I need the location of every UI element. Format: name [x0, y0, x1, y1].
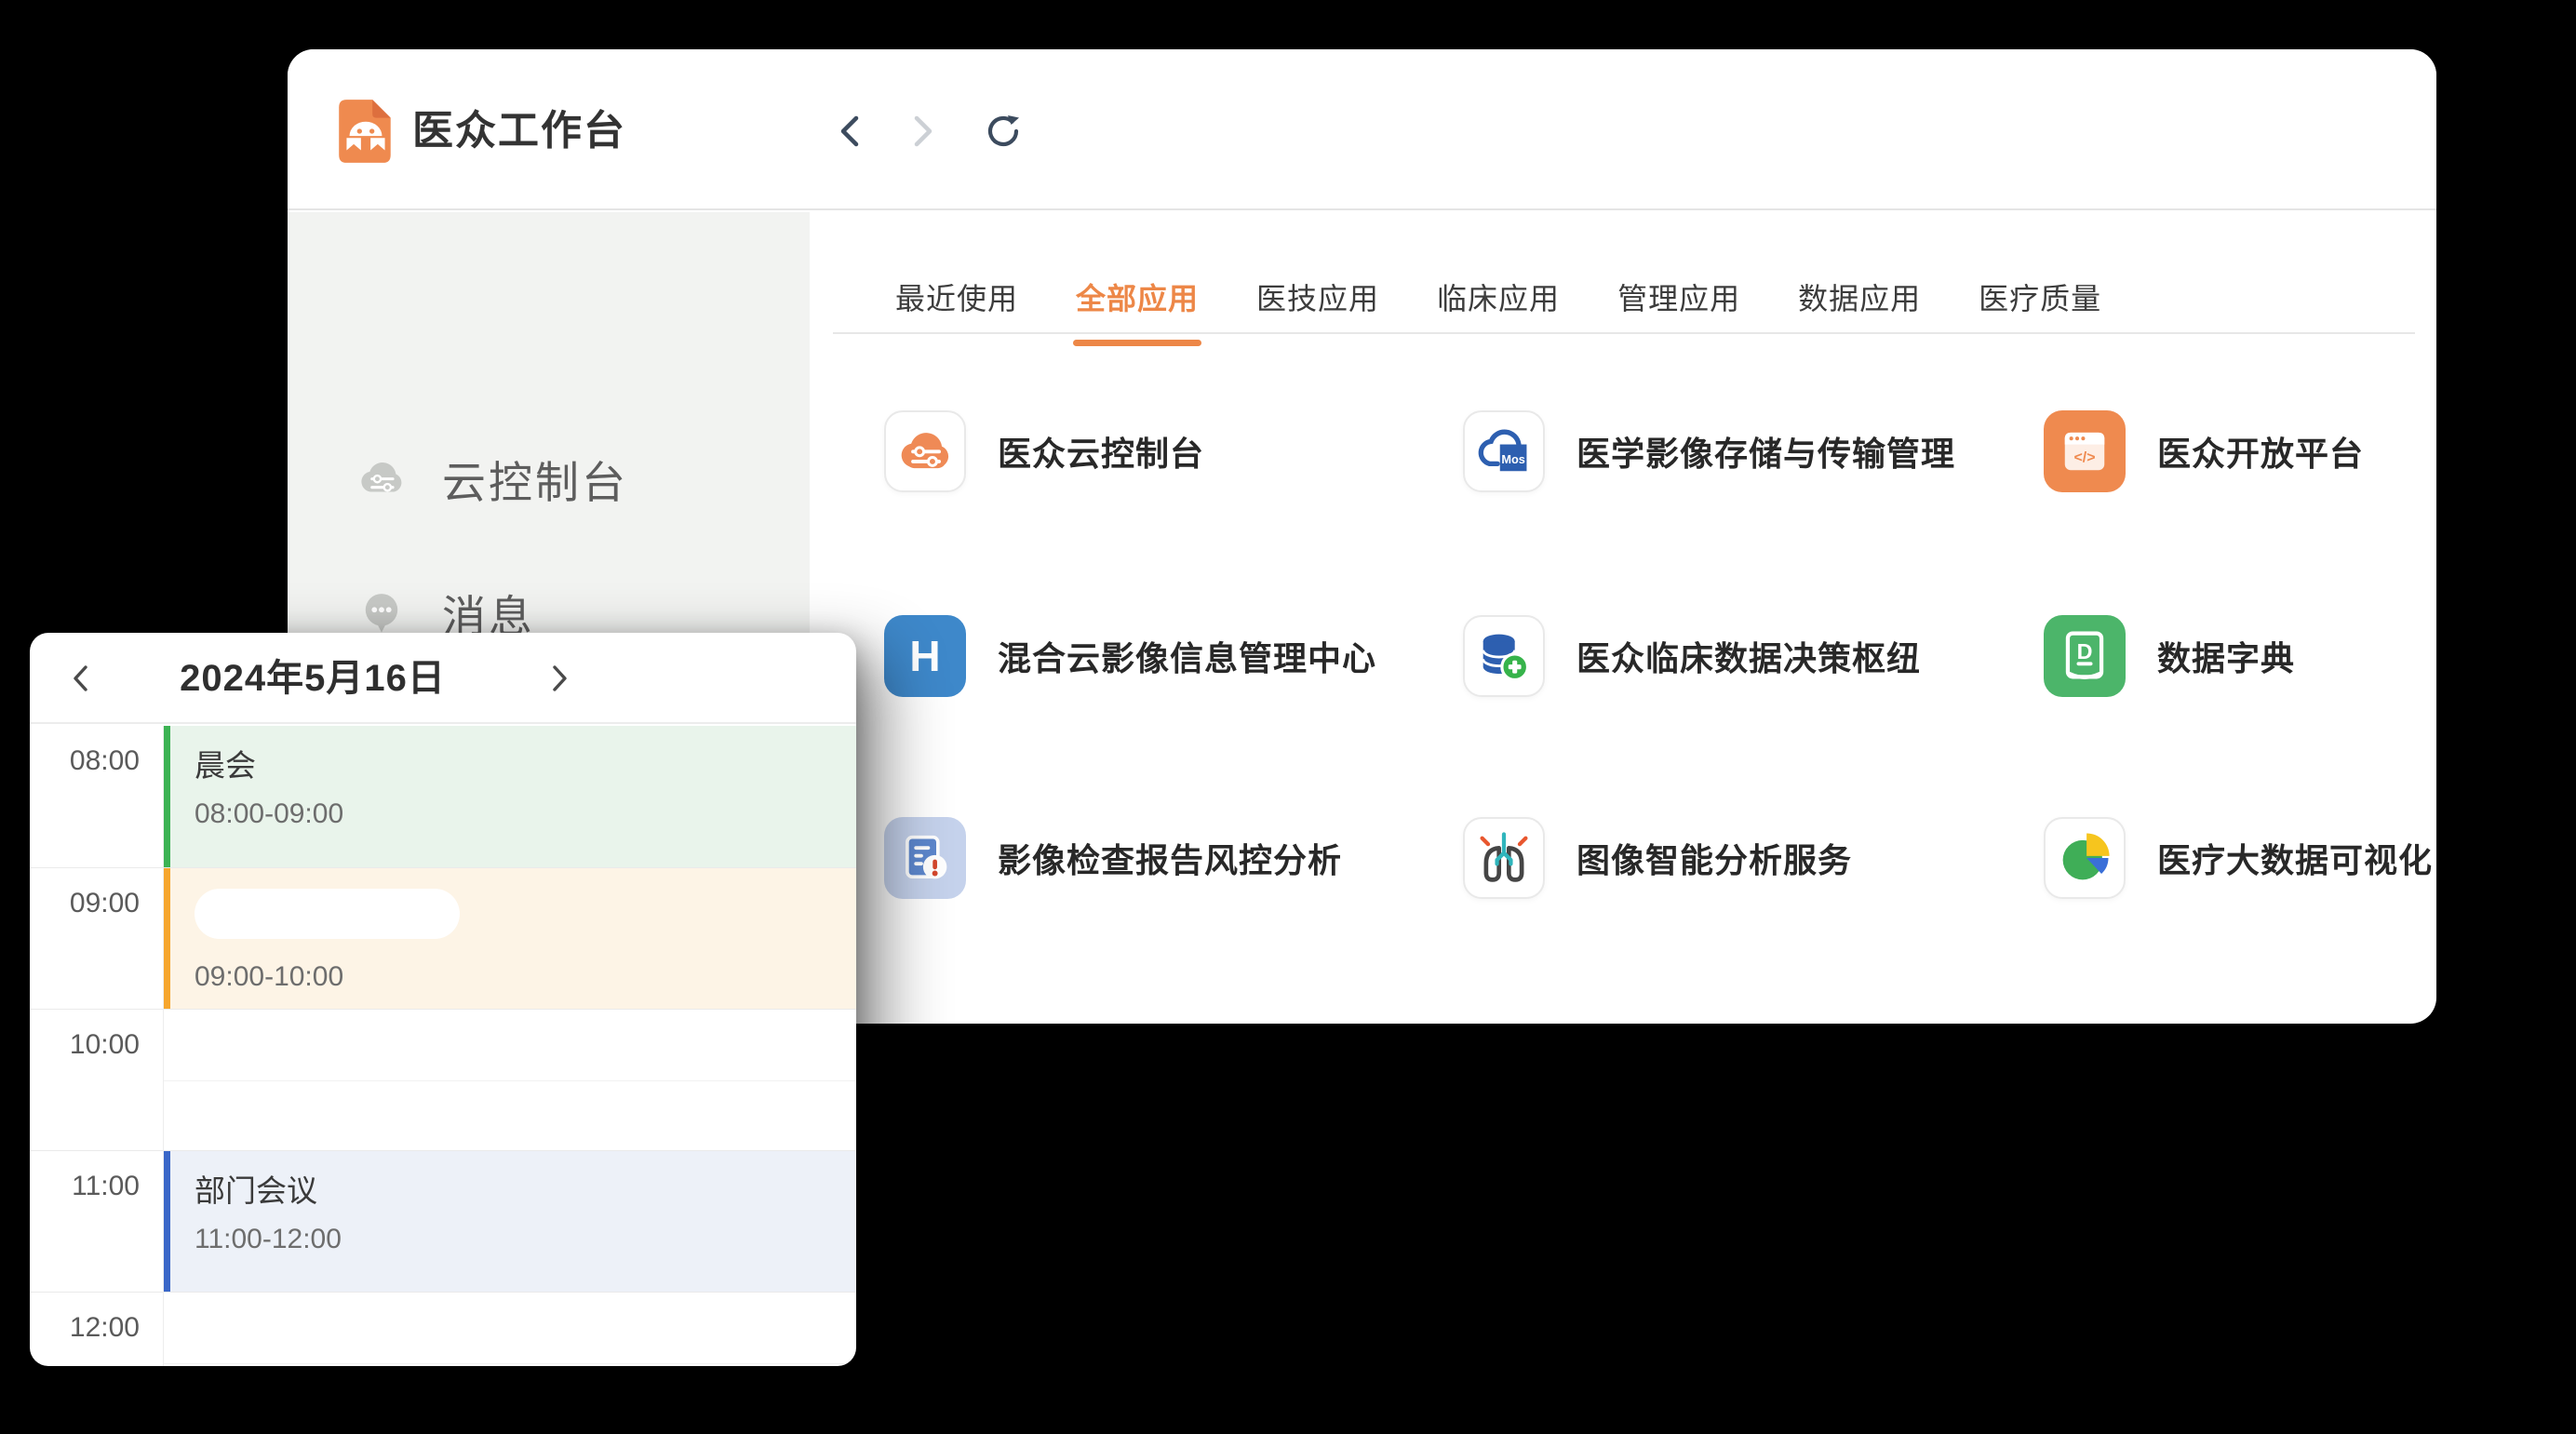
event-time: 11:00-12:00: [195, 1222, 856, 1257]
calendar-panel: 2024年5月16日 08:00 晨会 08:00-09:00 09:00: [30, 633, 856, 1366]
report-alert-icon: [884, 817, 966, 899]
app-name: 医众云控制台: [998, 427, 1204, 476]
calendar-header: 2024年5月16日: [30, 633, 856, 724]
app-name: 医众开放平台: [2157, 427, 2364, 476]
desktop-background: 医众工作台: [0, 0, 2576, 1434]
chevron-right-icon: [540, 660, 577, 697]
lungs-icon: [1463, 817, 1545, 899]
app-clinical-data-hub[interactable]: 医众临床数据决策枢纽: [1463, 614, 1921, 698]
database-plus-icon: [1463, 615, 1545, 697]
refresh-button[interactable]: [983, 111, 1024, 152]
app-name: 混合云影像信息管理中心: [998, 632, 1376, 680]
calendar-row-08: 08:00 晨会 08:00-09:00: [30, 726, 856, 867]
app-name: 医众临床数据决策枢纽: [1576, 632, 1921, 680]
app-image-ai-analysis[interactable]: 图像智能分析服务: [1463, 816, 1852, 900]
app-name: 数据字典: [2157, 632, 2295, 680]
app-name: 医疗大数据可视化: [2157, 834, 2433, 882]
time-label: 12:00: [30, 1312, 140, 1344]
app-name: 医学影像存储与传输管理: [1576, 427, 1955, 476]
refresh-icon: [983, 111, 1024, 152]
app-logo-icon: [331, 97, 400, 166]
calendar-row-11: 11:00 部门会议 11:00-12:00: [30, 1150, 856, 1292]
letter-h-icon: H: [884, 615, 966, 697]
sidebar-item-label: 云控制台: [442, 447, 628, 511]
forward-button[interactable]: [901, 111, 942, 152]
pie-chart-icon: [2044, 817, 2126, 899]
message-icon: [355, 585, 409, 639]
app-data-dictionary[interactable]: D 数据字典: [2044, 614, 2295, 698]
time-label: 08:00: [30, 745, 140, 777]
time-column-divider: [163, 726, 164, 1366]
calendar-row-09: 09:00 09:00-10:00: [30, 867, 856, 1009]
event-department-meeting[interactable]: 部门会议 11:00-12:00: [163, 1151, 856, 1292]
app-name: 影像检查报告风控分析: [998, 834, 1342, 882]
calendar-next-day-button[interactable]: [540, 660, 577, 697]
dictionary-book-icon: D: [2044, 615, 2126, 697]
cloud-sliders-icon: [884, 410, 966, 492]
event-time: 08:00-09:00: [195, 797, 856, 832]
app-report-risk-analysis[interactable]: 影像检查报告风控分析: [884, 816, 1342, 900]
app-big-data-visualization[interactable]: 医疗大数据可视化: [2044, 816, 2433, 900]
event-time: 09:00-10:00: [195, 959, 856, 995]
svg-text:Mos: Mos: [1501, 452, 1525, 466]
calendar-date: 2024年5月16日: [145, 633, 480, 724]
time-label: 11:00: [30, 1171, 140, 1202]
app-open-platform[interactable]: </> 医众开放平台: [2044, 409, 2364, 493]
chevron-left-icon: [831, 111, 872, 152]
event-title: 晨会: [195, 746, 856, 785]
chevron-left-icon: [63, 660, 101, 697]
app-cloud-console[interactable]: 医众云控制台: [884, 409, 1204, 493]
calendar-row-12: 12:00: [30, 1292, 856, 1366]
tabs-divider: [833, 332, 2415, 334]
chevron-right-icon: [901, 111, 942, 152]
time-label: 10:00: [30, 1029, 140, 1061]
app-name: 图像智能分析服务: [1576, 834, 1852, 882]
cloud-mos-icon: Mos: [1463, 410, 1545, 492]
app-hybrid-cloud-imaging-center[interactable]: H 混合云影像信息管理中心: [884, 614, 1376, 698]
back-button[interactable]: [831, 111, 872, 152]
calendar-row-10: 10:00: [30, 1009, 856, 1150]
sidebar-item-cloud-console[interactable]: 云控制台: [355, 441, 783, 516]
svg-text:D: D: [2077, 639, 2093, 663]
redacted-event-title: [195, 889, 460, 939]
calendar-day-grid: 08:00 晨会 08:00-09:00 09:00 09:00-10:00 1…: [30, 726, 856, 1366]
code-window-icon: </>: [2044, 410, 2126, 492]
cloud-icon: [355, 451, 409, 505]
time-label: 09:00: [30, 888, 140, 919]
calendar-prev-day-button[interactable]: [63, 660, 101, 697]
window-title: 医众工作台: [412, 97, 626, 166]
event-morning-meeting[interactable]: 晨会 08:00-09:00: [163, 726, 856, 867]
window-header: 医众工作台: [288, 49, 2436, 210]
app-image-storage-transfer[interactable]: Mos 医学影像存储与传输管理: [1463, 409, 1955, 493]
event-redacted[interactable]: 09:00-10:00: [163, 868, 856, 1009]
svg-text:</>: </>: [2073, 450, 2095, 466]
event-title: 部门会议: [195, 1172, 856, 1211]
